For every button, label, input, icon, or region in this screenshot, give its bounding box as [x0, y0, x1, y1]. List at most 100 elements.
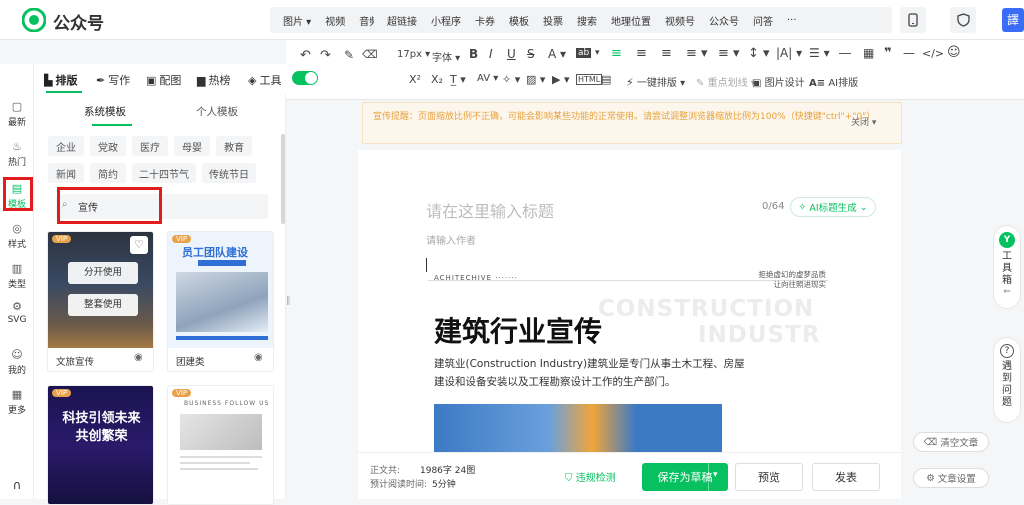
tab-write[interactable]: ✒ 写作 [96, 72, 130, 88]
emoji-icon[interactable]: ☺ [947, 45, 961, 60]
italic-icon[interactable]: I [489, 47, 493, 61]
align-center-icon[interactable]: ≡ [636, 46, 647, 61]
tab-tools[interactable]: ◈ 工具 [248, 72, 281, 88]
ai-title-button[interactable]: ✧ AI标题生成 ⌄ [790, 197, 876, 217]
panel-scrollbar[interactable] [281, 134, 285, 224]
undo-icon[interactable]: ↶ [300, 48, 311, 63]
chip-festivals[interactable]: 传统节日 [202, 163, 256, 183]
clear-article-button[interactable]: ⌫ 清空文章 [913, 432, 989, 452]
code-icon[interactable]: </> [922, 47, 944, 60]
article-hero-image[interactable] [434, 404, 722, 452]
insert-coupon-button[interactable]: 卡券 [468, 13, 502, 28]
ai-layout-button[interactable]: A≡ AI排版 [809, 74, 858, 89]
clear-format-icon[interactable]: ⌫ [362, 48, 378, 61]
article-settings-button[interactable]: ⚙ 文章设置 [913, 468, 989, 488]
chip-enterprise[interactable]: 企业 [48, 136, 84, 156]
use-full-set-button[interactable]: 整套使用 [68, 294, 138, 316]
insert-video-menu[interactable]: 视频 [318, 13, 352, 28]
insert-miniprogram-button[interactable]: 小程序 [424, 13, 468, 28]
favorite-heart-icon[interactable]: ♡ [130, 236, 148, 254]
line-height-icon[interactable]: ↕ ▾ [748, 46, 770, 61]
author-input[interactable]: 请输入作者 [426, 232, 476, 247]
nav-svg[interactable]: ⚙ SVG [0, 300, 34, 325]
subscript-icon[interactable]: X₂ [431, 73, 443, 86]
insert-link-button[interactable]: 超链接 [380, 13, 424, 28]
html-icon[interactable]: HTML [576, 74, 603, 85]
quote-icon[interactable]: ❞ [884, 46, 892, 61]
save-draft-button[interactable]: 保存为草稿 ▾ [642, 463, 728, 491]
underline-icon[interactable]: U [507, 47, 516, 61]
image-insert-icon[interactable]: ▨ ▾ [526, 73, 545, 86]
template-card-tourism[interactable]: VIP ♡ 分开使用 整套使用 文旅宣传 ◉ [47, 231, 154, 372]
title-input[interactable]: 请在这里输入标题 [426, 198, 554, 222]
text-height-icon[interactable]: T̲ ▾ [450, 73, 466, 86]
more-insert-button[interactable]: ··· [780, 15, 804, 26]
strikethrough-icon[interactable]: S [527, 47, 535, 61]
chip-education[interactable]: 教育 [216, 136, 252, 156]
chip-news[interactable]: 新闻 [48, 163, 84, 183]
highlight-line-button[interactable]: ✎ 重点划线 ▾ [696, 74, 756, 89]
compliance-check-button[interactable]: ⛉ 违规检测 [565, 469, 616, 484]
insert-search-button[interactable]: 搜索 [570, 13, 604, 28]
tab-personal-templates[interactable]: 个人模板 [196, 104, 238, 119]
collapse-handle[interactable]: ‖ [286, 296, 292, 312]
nav-hot[interactable]: ♨ 热门 [0, 140, 34, 168]
chip-solar-terms[interactable]: 二十四节气 [132, 163, 196, 183]
list-icon[interactable]: ☰ ▾ [809, 46, 830, 60]
letter-spacing-icon[interactable]: |A| ▾ [776, 46, 802, 60]
divider-icon[interactable]: ― [839, 46, 851, 60]
help-button[interactable]: ? 遇到问题 [993, 337, 1021, 423]
bg-color-dropdown[interactable]: ▾ [595, 48, 600, 58]
code-inline-icon[interactable]: — [903, 46, 915, 60]
justify-icon[interactable]: ≡ ▾ [686, 46, 708, 61]
insert-vote-button[interactable]: 投票 [536, 13, 570, 28]
briefcase-icon[interactable]: ▤ [601, 73, 611, 86]
chip-party[interactable]: 党政 [90, 136, 126, 156]
phone-preview-button[interactable] [900, 7, 926, 33]
insert-location-button[interactable]: 地理位置 [604, 13, 658, 28]
template-card-tech[interactable]: VIP 科技引领未来 共创繁荣 [47, 385, 154, 505]
publish-button[interactable]: 发表 [812, 463, 880, 491]
background-color-icon[interactable]: ab [576, 48, 592, 58]
toolbox-button[interactable]: Y 工具箱 ⇐ [993, 225, 1021, 309]
insert-image-menu[interactable]: 图片 ▾ [276, 13, 318, 28]
insert-qa-button[interactable]: 问答 [746, 13, 780, 28]
tab-image[interactable]: ▣ 配图 [146, 72, 181, 88]
chevron-down-icon[interactable]: ▾ [713, 470, 718, 480]
superscript-icon[interactable]: X² [409, 73, 421, 86]
chip-maternal[interactable]: 母婴 [174, 136, 210, 156]
insert-template-button[interactable]: 模板 [502, 13, 536, 28]
tab-hot[interactable]: ▆ 热榜 [197, 72, 230, 88]
template-card-teambuilding[interactable]: VIP 员工团队建设 团建类 ◉ [167, 231, 274, 372]
indent-icon[interactable]: ≡ ▾ [718, 46, 740, 61]
bold-icon[interactable]: B [469, 47, 478, 61]
image-design-button[interactable]: ▣ 图片设计 [752, 74, 805, 89]
align-right-icon[interactable]: ≡ [661, 46, 672, 61]
nav-mine[interactable]: ☺ 我的 [0, 348, 34, 376]
tab-layout[interactable]: ▙ 排版 [44, 72, 77, 88]
preview-eye-icon[interactable]: ◉ [134, 352, 143, 363]
redo-icon[interactable]: ↷ [320, 48, 331, 63]
insert-channels-button[interactable]: 视频号 [658, 13, 702, 28]
format-painter-icon[interactable]: ✎ [344, 48, 354, 62]
template-card-business[interactable]: VIP BUSINESS FOLLOW US [167, 385, 274, 505]
align-left-icon[interactable]: ≡ [611, 46, 622, 61]
font-size-select[interactable]: 17px ▾ [397, 49, 430, 60]
extension-icon[interactable]: 譯 [1002, 8, 1024, 32]
headset-icon[interactable]: ∩ [0, 478, 34, 492]
video-insert-icon[interactable]: ▶ ▾ [552, 73, 569, 86]
nav-type[interactable]: ▥ 类型 [0, 262, 34, 290]
one-click-layout-button[interactable]: ⚡ 一键排版 ▾ [626, 74, 685, 89]
panel-toggle-switch[interactable] [292, 71, 318, 85]
notice-close-button[interactable]: 关闭 ▾ [851, 117, 876, 130]
use-separately-button[interactable]: 分开使用 [68, 262, 138, 284]
table-icon[interactable]: ▦ [863, 46, 874, 60]
font-family-select[interactable]: 字体 ▾ [432, 49, 460, 64]
security-button[interactable] [950, 7, 976, 33]
insert-account-button[interactable]: 公众号 [702, 13, 746, 28]
chip-simple[interactable]: 简约 [90, 163, 126, 183]
preview-eye-icon[interactable]: ◉ [254, 352, 263, 363]
nav-latest[interactable]: ▢ 最新 [0, 100, 34, 128]
preview-button[interactable]: 预览 [735, 463, 803, 491]
font-color-icon[interactable]: A ▾ [548, 47, 566, 61]
